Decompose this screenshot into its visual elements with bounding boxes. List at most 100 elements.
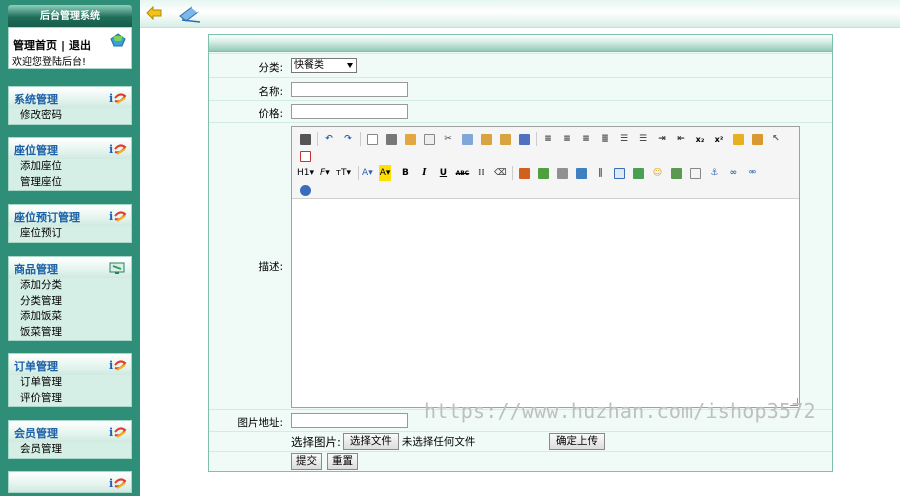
- menu-item-change-password[interactable]: 修改密码: [9, 108, 131, 124]
- heading-dropdown[interactable]: H1▾: [297, 165, 314, 181]
- undo-icon[interactable]: ↶: [321, 131, 337, 147]
- menu-title-orders: 订单管理: [14, 360, 58, 373]
- menu-item-manage-seats[interactable]: 管理座位: [9, 175, 131, 191]
- pointer-icon[interactable]: ↖: [768, 131, 784, 147]
- align-left-icon[interactable]: ≡: [540, 131, 556, 147]
- choose-image-label: 选择图片:: [291, 434, 341, 449]
- preview-icon[interactable]: [364, 131, 380, 147]
- image-url-input[interactable]: [291, 413, 408, 428]
- select-all-icon[interactable]: [749, 131, 765, 147]
- map-icon[interactable]: [668, 165, 684, 181]
- font-color-icon[interactable]: A▾: [362, 165, 373, 181]
- source-code-icon[interactable]: [297, 131, 313, 147]
- italic-button[interactable]: I: [416, 165, 432, 181]
- home-panel: 管理首页 | 退出 欢迎您登陆后台!: [8, 27, 132, 69]
- unordered-list-icon[interactable]: ☰: [635, 131, 651, 147]
- svg-text:i: i: [109, 477, 113, 490]
- menu-item-manage-dishes[interactable]: 饭菜管理: [9, 325, 131, 341]
- image-url-label: 图片地址:: [237, 417, 283, 429]
- font-size-dropdown[interactable]: тT▾: [336, 165, 351, 181]
- anchor-icon[interactable]: ⚓: [706, 165, 722, 181]
- ie-logo-icon: i: [109, 92, 127, 105]
- menu-title-system: 系统管理: [14, 93, 58, 106]
- choose-file-button[interactable]: 选择文件: [342, 433, 399, 450]
- svg-text:i: i: [109, 426, 113, 439]
- home-badge-icon: [110, 33, 126, 47]
- reset-button[interactable]: 重置: [327, 453, 358, 470]
- price-input[interactable]: [291, 104, 408, 119]
- media-icon[interactable]: [573, 165, 589, 181]
- multi-image-icon[interactable]: [535, 165, 551, 181]
- menu-item-add-category[interactable]: 添加分类: [9, 278, 131, 294]
- ie-logo-icon: i: [109, 359, 127, 372]
- insert-image-icon[interactable]: [516, 165, 532, 181]
- menu-group-products: 商品管理 添加分类 分类管理 添加饭菜 饭菜管理: [8, 256, 132, 341]
- underline-button[interactable]: U: [435, 165, 451, 181]
- flash-icon[interactable]: [554, 165, 570, 181]
- clear-format-icon[interactable]: [730, 131, 746, 147]
- home-link[interactable]: 管理首页: [13, 39, 57, 52]
- align-justify-icon[interactable]: ≣: [597, 131, 613, 147]
- paste-icon[interactable]: [478, 131, 494, 147]
- subscript-icon[interactable]: x₂: [692, 131, 708, 147]
- paste-text-icon[interactable]: [497, 131, 513, 147]
- eraser-icon[interactable]: ⌫: [492, 165, 508, 181]
- category-select[interactable]: 快餐类: [291, 58, 357, 73]
- menu-item-manage-orders[interactable]: 订单管理: [9, 375, 131, 391]
- svg-text:i: i: [109, 210, 113, 223]
- link-icon[interactable]: ∞: [725, 165, 741, 181]
- menu-group-system: 系统管理 i 修改密码: [8, 86, 132, 125]
- align-right-icon[interactable]: ≡: [578, 131, 594, 147]
- menu-item-manage-members[interactable]: 会员管理: [9, 442, 131, 458]
- redo-icon[interactable]: ↷: [340, 131, 356, 147]
- fullscreen-icon[interactable]: [297, 148, 313, 164]
- print-icon[interactable]: [383, 131, 399, 147]
- template-icon[interactable]: [402, 131, 418, 147]
- unlink-icon[interactable]: ⚮: [744, 165, 760, 181]
- strikethrough-button[interactable]: ABC: [454, 165, 470, 181]
- logout-link[interactable]: 退出: [69, 39, 91, 52]
- menu-title-products: 商品管理: [14, 263, 58, 276]
- menu-item-seat-reservation[interactable]: 座位预订: [9, 226, 131, 242]
- menu-item-add-seat[interactable]: 添加座位: [9, 159, 131, 175]
- svg-text:i: i: [109, 143, 113, 156]
- hr-icon[interactable]: [630, 165, 646, 181]
- attachment-icon[interactable]: ∥: [592, 165, 608, 181]
- watermark-text: https://www.huzhan.com/ishop3572: [424, 399, 816, 423]
- menu-title-members: 会员管理: [14, 427, 58, 440]
- ie-logo-icon: i: [109, 143, 127, 156]
- help-icon[interactable]: [297, 182, 313, 198]
- menu-item-add-dish[interactable]: 添加饭菜: [9, 309, 131, 325]
- paste-word-icon[interactable]: [516, 131, 532, 147]
- cut-icon[interactable]: ✂: [440, 131, 456, 147]
- outdent-icon[interactable]: ⇤: [673, 131, 689, 147]
- copy-icon[interactable]: [459, 131, 475, 147]
- welcome-text: 欢迎您登陆后台!: [12, 57, 87, 68]
- line-height-icon[interactable]: ⁞⁞: [473, 165, 489, 181]
- sidebar-title: 后台管理系统: [8, 5, 132, 27]
- description-label: 描述:: [258, 261, 283, 273]
- editor-content-area[interactable]: [292, 200, 799, 407]
- table-icon[interactable]: [611, 165, 627, 181]
- font-family-dropdown[interactable]: F▾: [320, 165, 330, 181]
- align-center-icon[interactable]: ≡: [559, 131, 575, 147]
- svg-text:i: i: [109, 92, 113, 105]
- highlight-color-icon[interactable]: A▾: [378, 165, 392, 181]
- submit-button[interactable]: 提交: [291, 453, 322, 470]
- editor-toolbar: ↶ ↷ ✂ ≡ ≡ ≡ ≣ ☰ ☰ ⇥ ⇤ x₂ x² ↖ H1▾ F▾ тT▾…: [292, 127, 799, 199]
- menu-item-manage-reviews[interactable]: 评价管理: [9, 391, 131, 407]
- upload-button[interactable]: 确定上传: [549, 433, 605, 450]
- menu-item-manage-categories[interactable]: 分类管理: [9, 294, 131, 310]
- chevron-down-icon: [347, 63, 353, 68]
- back-arrow-icon[interactable]: [146, 6, 162, 20]
- indent-icon[interactable]: ⇥: [654, 131, 670, 147]
- emoticon-icon[interactable]: ☺: [649, 165, 665, 181]
- bold-button[interactable]: B: [397, 165, 413, 181]
- paint-brush-icon[interactable]: [178, 4, 202, 24]
- code-icon[interactable]: [421, 131, 437, 147]
- superscript-icon[interactable]: x²: [711, 131, 727, 147]
- name-input[interactable]: [291, 82, 408, 97]
- ordered-list-icon[interactable]: ☰: [616, 131, 632, 147]
- pagebreak-icon[interactable]: [687, 165, 703, 181]
- price-label: 价格:: [258, 108, 283, 120]
